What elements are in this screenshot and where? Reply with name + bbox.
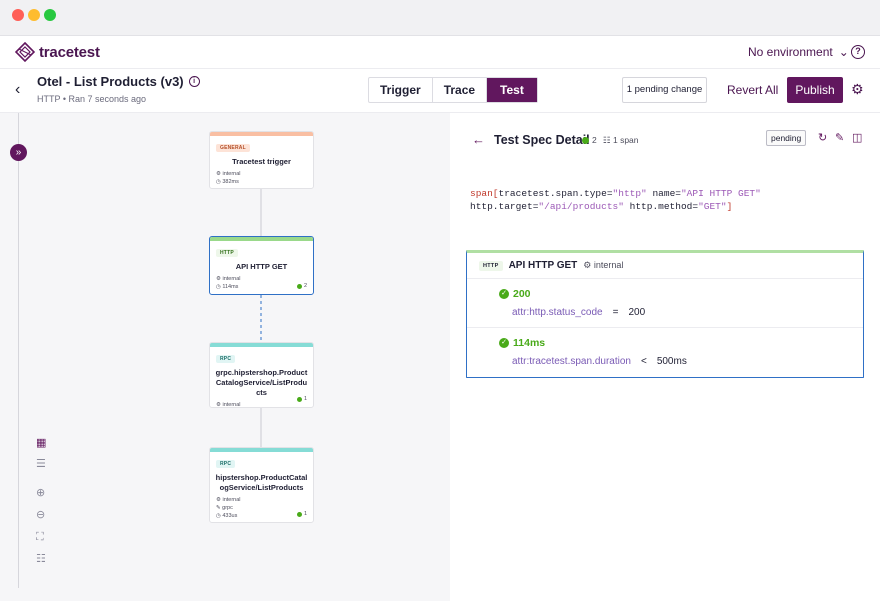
info-icon[interactable]: i (188, 76, 200, 87)
list-view-icon[interactable]: ☰ (36, 458, 46, 470)
zoom-out-icon[interactable]: ⊖ (36, 509, 45, 521)
window-titlebar (0, 0, 880, 36)
spec-span-count: ☷ 1 span (603, 135, 639, 145)
selector-key: name (652, 188, 676, 199)
span-node-rpc-1[interactable]: RPC grpc.hipstershop.ProductCatalogServi… (209, 342, 314, 408)
chevron-down-icon: ⌄ (838, 45, 849, 59)
selector-suffix: ] (726, 201, 733, 212)
tracetest-logo[interactable]: tracetest (15, 42, 100, 62)
selector-key: http.method (629, 201, 693, 212)
tab-test[interactable]: Test (487, 78, 537, 102)
fit-view-icon[interactable]: ⛶ (36, 531, 44, 543)
node-type-bar (210, 343, 313, 347)
minimize-window-button[interactable] (28, 9, 40, 21)
node-type-tag: RPC (216, 460, 236, 468)
span-name: API HTTP GET (508, 260, 578, 271)
test-title-text: Otel - List Products (v3) (37, 74, 184, 89)
tracetest-logo-icon (15, 42, 35, 62)
node-type-bar (210, 448, 313, 452)
assertion-card-header: HTTP API HTTP GET ⚙ internal (467, 253, 863, 279)
node-name: API HTTP GET (235, 262, 288, 271)
node-meta-duration: ◷ 382ms (216, 179, 239, 185)
selector-key: tracetest.span.type (498, 188, 607, 199)
zoom-in-icon[interactable]: ⊕ (36, 487, 45, 499)
environment-label: No environment (748, 45, 833, 59)
gear-icon[interactable]: ⚙ (851, 82, 864, 96)
delete-icon[interactable]: ◫ (852, 132, 862, 144)
publish-button[interactable]: Publish (787, 77, 843, 103)
pending-changes-button[interactable]: 1 pending change (622, 77, 707, 103)
node-type-bar (210, 132, 313, 136)
pass-dot (296, 283, 302, 289)
node-name: Tracetest trigger (232, 157, 291, 166)
node-meta-kind: ⚙ internal (216, 171, 241, 177)
test-title: Otel - List Products (v3) i (37, 74, 200, 89)
maximize-window-button[interactable] (44, 9, 56, 21)
selector-value: "/api/products" (538, 201, 624, 212)
node-assertion-badge: 2 (296, 283, 307, 289)
mode-tabs: Trigger Trace Test (368, 77, 538, 103)
tab-trigger[interactable]: Trigger (369, 78, 433, 102)
assertion-result: ✓ 200 (499, 288, 531, 300)
pass-dot (296, 396, 302, 402)
span-node-rpc-2[interactable]: RPC hipstershop.ProductCatalogService/Li… (209, 447, 314, 523)
span-node-trigger[interactable]: GENERAL Tracetest trigger ⚙ internal ◷ 3… (209, 131, 314, 189)
assertion-expression: attr:tracetest.span.duration <500ms (512, 356, 687, 367)
selector-prefix: span[ (470, 188, 499, 199)
check-icon: ✓ (499, 289, 509, 299)
environment-select[interactable]: No environment ⌄ (748, 45, 849, 59)
test-header: ‹ Otel - List Products (v3) i HTTP • Ran… (0, 69, 880, 113)
span-type-tag: HTTP (479, 260, 503, 271)
span-kind: ⚙ internal (583, 260, 624, 270)
arrow-left-icon[interactable]: ← (472, 132, 485, 147)
node-name: hipstershop.ProductCatalogService/ListPr… (215, 473, 308, 492)
span-selector: span[tracetest.span.type="http" name="AP… (470, 188, 761, 212)
top-navigation: tracetest No environment ⌄ ? (0, 36, 880, 69)
spec-pass-count: 2 (582, 135, 597, 145)
selector-value: "API HTTP GET" (680, 188, 761, 199)
revert-all-button[interactable]: Revert All (727, 83, 778, 97)
test-spec-panel: ← Test Spec Detail 2 ☷ 1 span pending ↻ … (450, 113, 880, 601)
logo-text: tracetest (39, 43, 100, 61)
node-type-bar (210, 237, 313, 241)
assertion-row[interactable]: ✓ 114ms attr:tracetest.span.duration <500m… (467, 328, 863, 377)
assertion-result: ✓ 114ms (499, 337, 545, 349)
node-type-tag: GENERAL (216, 144, 250, 152)
back-arrow-icon[interactable]: ‹ (15, 81, 20, 99)
spec-title: Test Spec Detail (494, 133, 590, 147)
edit-icon[interactable]: ✎ (835, 132, 844, 144)
hierarchy-icon[interactable]: ☷ (36, 553, 46, 565)
assertion-row[interactable]: ✓ 200 attr:http.status_code = 200 (467, 279, 863, 328)
assertion-expression: attr:http.status_code = 200 (512, 307, 646, 318)
app-window: tracetest No environment ⌄ ? ‹ Otel - Li… (0, 0, 880, 601)
selector-value: "http" (612, 188, 647, 199)
status-badge: pending (766, 130, 807, 146)
node-type-tag: HTTP (216, 249, 238, 257)
node-assertion-badge: 1 (296, 511, 307, 517)
node-meta-kind: ⚙ internal (216, 497, 241, 503)
node-meta-kind: ⚙ internal (216, 402, 241, 408)
node-type-tag: RPC (216, 355, 236, 363)
node-meta-kind: ⚙ internal (216, 276, 241, 282)
pass-dot (582, 136, 589, 144)
test-subtitle: HTTP • Ran 7 seconds ago (37, 94, 147, 104)
selector-key: http.target (470, 201, 533, 212)
pass-dot (296, 511, 302, 517)
revert-icon[interactable]: ↻ (818, 132, 827, 144)
node-name: grpc.hipstershop.ProductCatalogService/L… (215, 368, 308, 397)
tab-trace[interactable]: Trace (433, 78, 488, 102)
check-icon: ✓ (499, 338, 509, 348)
close-window-button[interactable] (12, 9, 24, 21)
assertion-card[interactable]: HTTP API HTTP GET ⚙ internal ✓ 200 attr:h… (466, 250, 864, 378)
trace-diagram-panel: » GENERAL Tracetest trigger ⚙ internal ◷… (0, 113, 450, 601)
selector-value: "GET" (698, 201, 727, 212)
node-assertion-badge: 1 (296, 396, 307, 402)
span-node-http[interactable]: HTTP API HTTP GET ⚙ internal ◷ 114ms 2 (209, 236, 314, 295)
help-icon[interactable]: ? (851, 45, 865, 59)
graph-view-icon[interactable]: ▦ (36, 437, 46, 449)
